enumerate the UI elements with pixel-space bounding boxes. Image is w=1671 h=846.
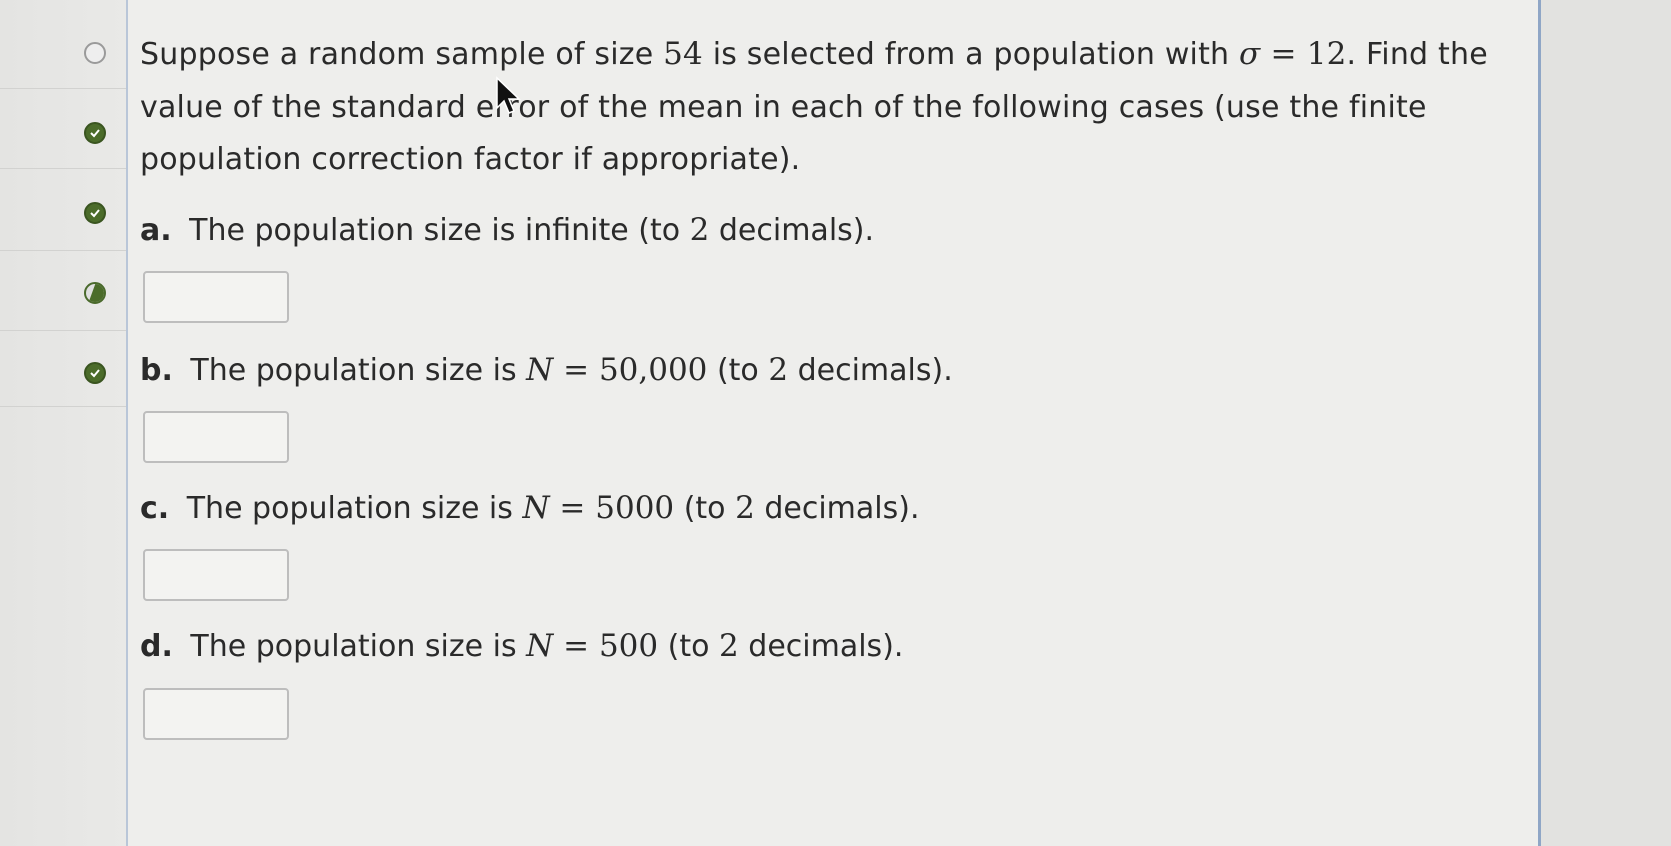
sample-size: 54 [663,36,703,72]
question-text: Suppose a random sample of size [140,37,664,72]
part-letter: c. [140,491,170,526]
population-value: 5000 [595,490,675,526]
status-check-icon[interactable] [84,202,106,224]
equals-sign: = [553,628,599,664]
part-text: The population size is [177,491,523,526]
rail-divider [0,88,126,89]
status-check-icon[interactable] [84,362,106,384]
question-line-1: Suppose a random sample of size 54 is se… [140,26,1488,83]
rail-divider [0,168,126,169]
equals-sign: = [553,352,599,388]
part-c-prompt: c. The population size is N = 5000 (to 2… [140,490,919,526]
mouse-cursor-icon [496,76,521,114]
answer-input-d[interactable] [143,688,289,740]
part-text: decimals). [738,629,904,664]
population-symbol: N [526,628,554,664]
part-b-prompt: b. The population size is N = 50,000 (to… [140,352,953,388]
rail-divider [0,406,126,407]
decimals-count: 2 [719,628,739,664]
population-symbol: N [526,352,554,388]
part-letter: d. [140,629,173,664]
status-empty-icon[interactable] [84,42,106,64]
question-nav-rail [0,0,128,846]
part-text: The population size is infinite (to [179,213,690,248]
part-text: decimals). [754,491,920,526]
question-text: . Find the [1346,37,1488,72]
part-text: decimals). [788,353,953,388]
part-text: (to [707,353,769,388]
right-margin [1541,0,1671,846]
rail-divider [0,330,126,331]
decimals-count: 2 [768,352,789,388]
equals-sign: = [549,490,596,526]
sigma-symbol: σ [1239,36,1261,72]
population-symbol: N [522,490,550,526]
question-line-3: population correction factor if appropri… [140,142,801,177]
decimals-count: 2 [689,212,710,248]
part-text: The population size is [180,629,527,664]
question-line-2: value of the standard error of the mean … [140,90,1427,125]
answer-input-b[interactable] [143,411,289,463]
rail-divider [0,250,126,251]
part-text: decimals). [709,213,875,248]
status-check-icon[interactable] [84,122,106,144]
sigma-value: 12 [1306,36,1347,72]
equals-sign: = [1260,36,1307,72]
part-letter: a. [140,213,172,248]
answer-input-a[interactable] [143,271,289,323]
part-a-prompt: a. The population size is infinite (to 2… [140,212,874,248]
decimals-count: 2 [735,490,755,526]
part-d-prompt: d. The population size is N = 500 (to 2 … [140,628,903,664]
part-text: (to [658,629,720,664]
part-text: The population size is [180,353,527,388]
population-value: 50,000 [598,352,708,388]
question-text: is selected from a population with [702,37,1240,72]
population-value: 500 [598,628,659,664]
answer-input-c[interactable] [143,549,289,601]
part-text: (to [674,491,736,526]
part-letter: b. [140,353,173,388]
status-partial-icon[interactable] [84,282,106,304]
